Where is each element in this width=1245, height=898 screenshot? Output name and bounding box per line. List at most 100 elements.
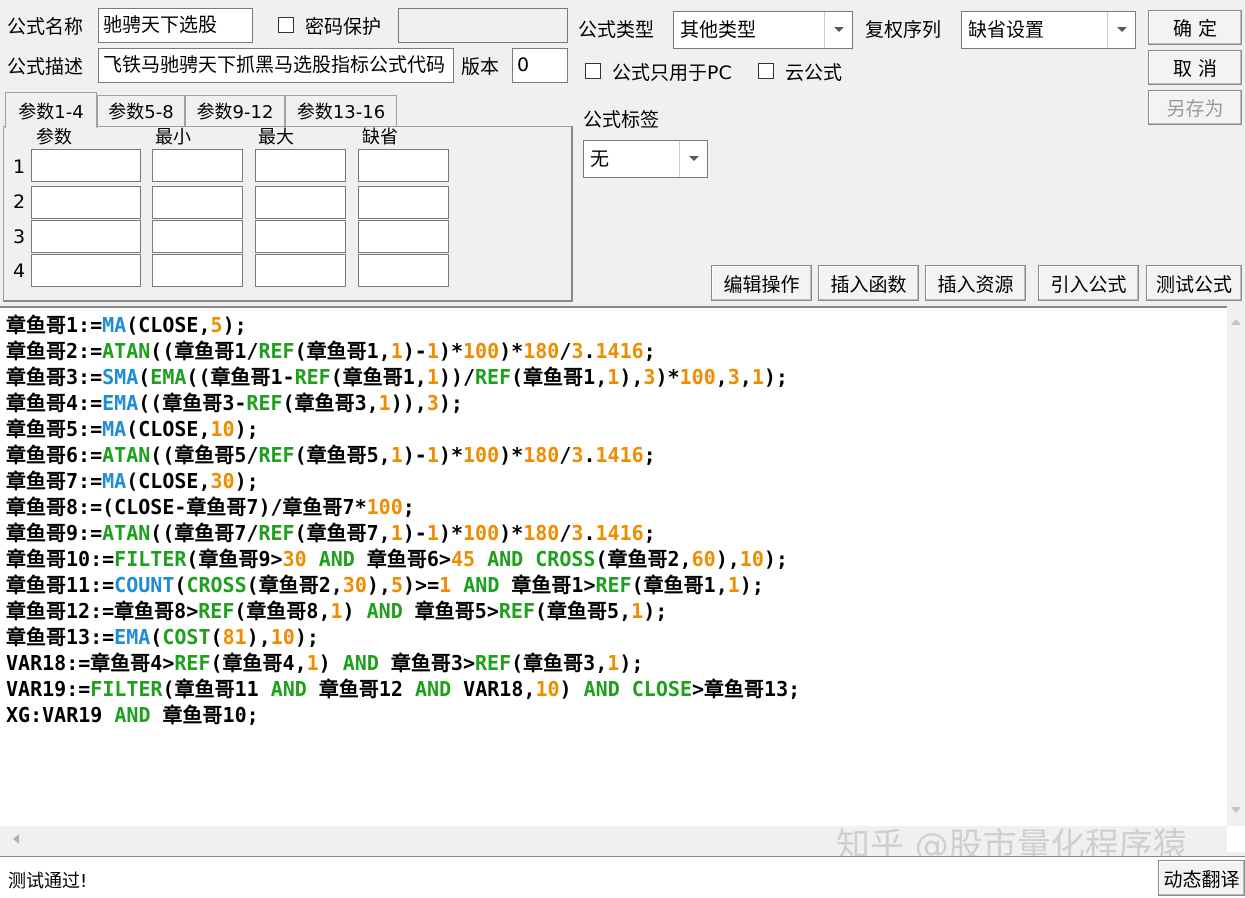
code-token: (章鱼哥1, — [294, 339, 391, 363]
code-token: CROSS — [535, 547, 596, 571]
code-token: 100 — [463, 521, 500, 545]
edit-operations-button[interactable]: 编辑操作 — [711, 265, 812, 301]
dynamic-translate-button[interactable]: 动态翻译 — [1158, 860, 1245, 896]
param-3-default[interactable] — [358, 220, 449, 253]
chevron-down-icon[interactable] — [824, 12, 852, 48]
scroll-up-icon[interactable] — [1231, 318, 1241, 326]
code-token: SMA — [102, 365, 139, 389]
pc-only-checkbox[interactable] — [585, 63, 601, 79]
code-token: 3 — [727, 365, 740, 389]
param-3-max[interactable] — [255, 220, 346, 253]
code-token: 1 — [306, 651, 319, 675]
code-token: COST — [162, 625, 211, 649]
rights-sequence-select[interactable]: 缺省设置 — [961, 11, 1136, 49]
param-1-name[interactable] — [31, 149, 141, 182]
code-token: 章鱼哥12:=章鱼哥8> — [6, 599, 199, 623]
code-token: 章鱼哥3:= — [6, 365, 103, 389]
code-token: )* — [438, 339, 463, 363]
code-token: AND — [114, 703, 151, 727]
import-formula-button[interactable]: 引入公式 — [1038, 265, 1139, 301]
code-line: 章鱼哥13:=EMA(COST(81),10); — [6, 624, 1226, 650]
param-1-max[interactable] — [255, 149, 346, 182]
status-bar: 测试通过! — [0, 856, 1245, 898]
code-token: 章鱼哥3> — [378, 651, 476, 675]
formula-name-input[interactable]: 驰骋天下选股 — [98, 8, 253, 43]
code-token: 1416 — [595, 443, 644, 467]
insert-resource-button[interactable]: 插入资源 — [925, 265, 1026, 301]
code-token: 1 — [607, 365, 620, 389]
param-3-min[interactable] — [152, 220, 243, 253]
ok-button[interactable]: 确 定 — [1148, 10, 1242, 45]
code-line: 章鱼哥1:=MA(CLOSE,5); — [6, 312, 1226, 338]
formula-name-label: 公式名称 — [7, 16, 84, 38]
code-token: 1 — [390, 521, 403, 545]
code-token: MA — [102, 417, 127, 441]
code-token: 10 — [535, 677, 560, 701]
version-input[interactable]: 0 — [512, 48, 568, 83]
param-row-number: 3 — [13, 226, 26, 248]
tab-params-9-12[interactable]: 参数9-12 — [185, 95, 285, 126]
formula-tag-value: 无 — [590, 148, 610, 170]
code-token: ATAN — [102, 443, 151, 467]
code-token: 10 — [270, 625, 295, 649]
formula-desc-input[interactable]: 飞铁马驰骋天下抓黑马选股指标公式代码 — [98, 48, 454, 83]
code-token: FILTER — [90, 677, 163, 701]
code-token: ( — [174, 573, 187, 597]
param-1-min[interactable] — [152, 149, 243, 182]
code-token: 章鱼哥1> — [499, 573, 596, 597]
insert-function-button[interactable]: 插入函数 — [818, 265, 919, 301]
code-token: (章鱼哥3, — [511, 651, 608, 675]
formula-tag-select[interactable]: 无 — [583, 140, 708, 178]
code-token: 章鱼哥8:=(CLOSE-章鱼哥7)/章鱼哥7* — [6, 495, 367, 519]
param-1-default[interactable] — [358, 149, 449, 182]
scroll-down-icon[interactable] — [1231, 806, 1241, 814]
code-token: (章鱼哥3, — [282, 391, 379, 415]
code-token: ; — [643, 339, 656, 363]
param-2-name[interactable] — [31, 186, 141, 219]
code-token: / — [559, 339, 572, 363]
code-token: )- — [402, 443, 427, 467]
tab-params-5-8[interactable]: 参数5-8 — [97, 95, 185, 126]
param-3-name[interactable] — [31, 220, 141, 253]
code-token: 100 — [679, 365, 716, 389]
code-token: 章鱼哥4:= — [6, 391, 103, 415]
code-token: 180 — [523, 339, 560, 363]
cloud-formula-checkbox[interactable] — [758, 63, 774, 79]
param-2-max[interactable] — [255, 186, 346, 219]
formula-type-select[interactable]: 其他类型 — [673, 11, 853, 49]
tab-params-13-16[interactable]: 参数13-16 — [285, 95, 397, 126]
vertical-scrollbar[interactable] — [1227, 306, 1245, 826]
param-4-min[interactable] — [152, 254, 243, 287]
code-token: ); — [619, 651, 644, 675]
save-as-button[interactable]: 另存为 — [1148, 90, 1242, 125]
code-token: ); — [643, 599, 668, 623]
chevron-down-icon[interactable] — [679, 141, 707, 177]
param-2-default[interactable] — [358, 186, 449, 219]
code-token: ( — [210, 625, 223, 649]
code-line: 章鱼哥5:=MA(CLOSE,10); — [6, 416, 1226, 442]
code-token: ((章鱼哥5/ — [150, 443, 259, 467]
code-line: 章鱼哥6:=ATAN((章鱼哥5/REF(章鱼哥5,1)-1)*100)*180… — [6, 442, 1226, 468]
chevron-down-icon[interactable] — [1107, 12, 1135, 48]
code-token: )), — [390, 391, 427, 415]
password-protect-checkbox[interactable] — [278, 17, 294, 33]
param-4-name[interactable] — [31, 254, 141, 287]
password-input[interactable] — [398, 8, 568, 43]
code-token: )- — [402, 339, 427, 363]
code-editor[interactable]: 章鱼哥1:=MA(CLOSE,5); 章鱼哥2:=ATAN((章鱼哥1/REF(章… — [0, 306, 1245, 852]
code-token: , — [739, 365, 752, 389]
param-2-min[interactable] — [152, 186, 243, 219]
code-token: 1 — [390, 443, 403, 467]
formula-desc-label: 公式描述 — [7, 56, 84, 78]
code-token: 30 — [342, 573, 367, 597]
test-formula-button[interactable]: 测试公式 — [1146, 265, 1242, 301]
param-4-max[interactable] — [255, 254, 346, 287]
cancel-button[interactable]: 取 消 — [1148, 50, 1242, 85]
code-token: MA — [102, 313, 127, 337]
tab-params-1-4[interactable]: 参数1-4 — [5, 92, 97, 128]
scroll-left-icon[interactable] — [12, 834, 20, 844]
param-4-default[interactable] — [358, 254, 449, 287]
code-token: AND — [366, 599, 403, 623]
